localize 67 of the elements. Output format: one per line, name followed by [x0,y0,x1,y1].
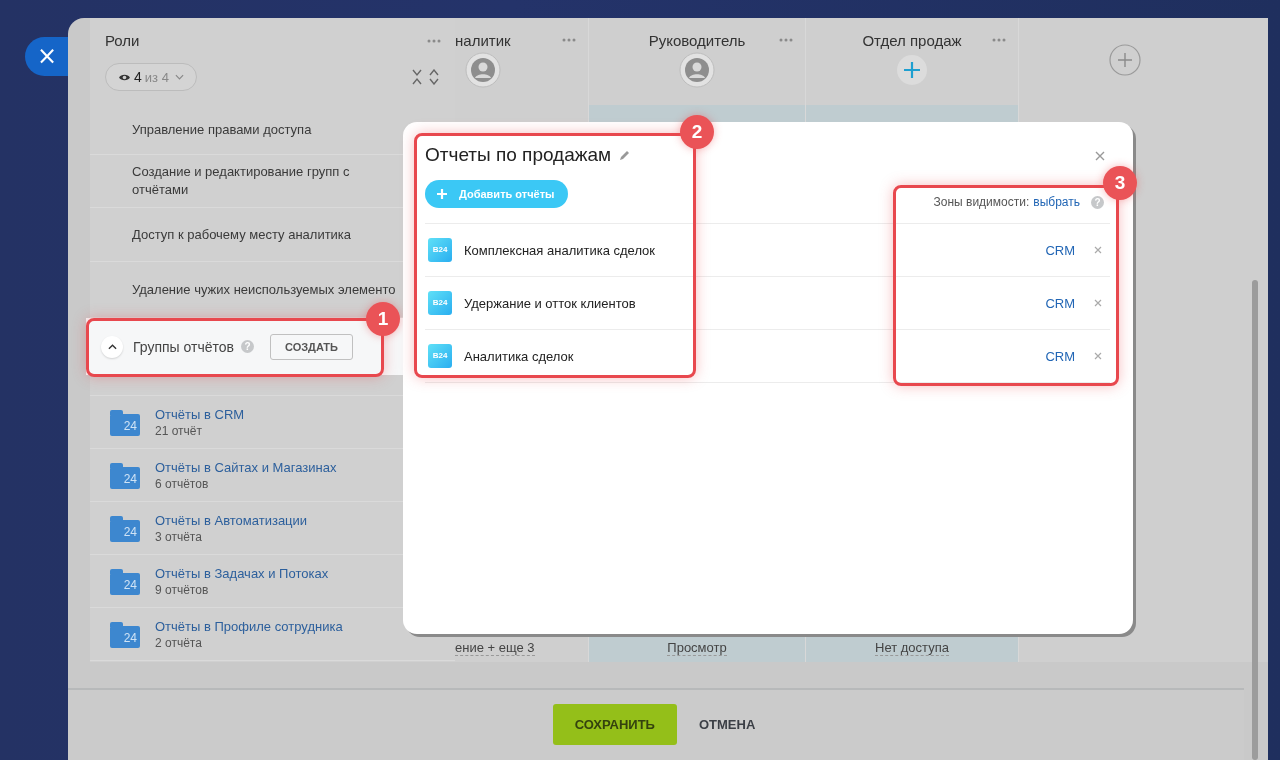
folder-icon: 24 [110,625,140,648]
column-title: Отдел продаж [862,32,962,49]
more-icon[interactable] [779,38,793,42]
report-icon: B24 [428,291,452,315]
report-group-link[interactable]: Отчёты в CRM [155,406,245,422]
folder-icon: 24 [110,466,140,489]
remove-icon[interactable] [1094,352,1102,360]
folder-icon: 24 [110,519,140,542]
expand-icon[interactable] [429,69,439,85]
close-button[interactable]: × [25,37,68,76]
folder-icon: 24 [110,572,140,595]
report-count: 21 отчёт [155,423,203,438]
permission-label: Управление правами доступа [132,120,312,139]
report-group-link[interactable]: Отчёты в Профиле сотрудника [155,618,343,634]
remove-icon[interactable] [1094,299,1102,307]
pencil-icon[interactable] [619,149,632,161]
visibility-filter[interactable]: 4 из 4 [105,63,197,91]
remove-icon[interactable] [1094,246,1102,254]
access-level[interactable]: ение + еще 3 [455,640,535,656]
scrollbar[interactable] [1252,280,1258,760]
collapse-icon[interactable] [412,69,422,85]
report-group-link[interactable]: Отчёты в Задачах и Потоках [155,565,329,581]
folder-icon: 24 [110,413,140,436]
chevron-icon [107,343,117,350]
report-name: Комплексная аналитика сделок [464,242,657,258]
report-name: Удержание и отток клиентов [464,295,637,311]
report-group-link[interactable]: Отчёты в Сайтах и Магазинах [155,459,337,475]
more-icon[interactable] [562,38,576,42]
add-member-icon[interactable] [894,52,930,88]
cancel-button[interactable]: ОТМЕНА [694,712,760,736]
column-title: Руководитель [648,32,746,49]
report-icon: B24 [428,238,452,262]
zone-link[interactable]: CRM [1045,348,1075,364]
report-icon: B24 [428,344,452,368]
report-group-link[interactable]: Отчёты в Автоматизации [155,512,308,528]
more-icon[interactable] [992,38,1006,42]
column-title: налитик [455,32,511,49]
plus-icon [437,189,447,199]
access-level[interactable]: Нет доступа [875,640,949,656]
zone-link[interactable]: CRM [1045,295,1075,311]
zone-link[interactable]: CRM [1045,242,1075,258]
dialog-title: Отчеты по продажам [425,144,612,166]
select-link[interactable]: выбрать [1033,195,1080,209]
access-level[interactable]: Просмотр [667,640,727,656]
report-count: 3 отчёта [155,529,203,544]
collapse-button[interactable] [101,335,123,358]
chevron-down-icon [174,74,184,80]
step-badge: 3 [1103,166,1137,200]
permission-label: Доступ к рабочему месту аналитика [132,225,352,244]
add-icon[interactable] [1107,43,1142,77]
permission-label: Удаление чужих неиспользуемых элементо [132,280,396,299]
permission-label: Создание и редактирование групп с отчётами [132,163,351,199]
create-button[interactable]: СОЗДАТЬ [270,333,353,360]
report-count: 9 отчётов [155,582,210,597]
report-count: 2 отчёта [155,635,203,650]
report-count: 6 отчётов [155,476,210,491]
report-name: Аналитика сделок [464,348,575,364]
save-button[interactable]: СОХРАНИТЬ [552,703,677,745]
avatar[interactable] [465,52,501,88]
close-icon[interactable] [1095,151,1105,161]
step-badge: 2 [680,115,714,149]
column-title: Роли [105,32,140,49]
visibility-label: Зоны видимости: [933,195,1030,209]
avatar[interactable] [679,52,715,88]
eye-icon [118,72,131,82]
more-icon[interactable] [427,38,441,43]
section-title: Группы отчётов [133,338,234,355]
